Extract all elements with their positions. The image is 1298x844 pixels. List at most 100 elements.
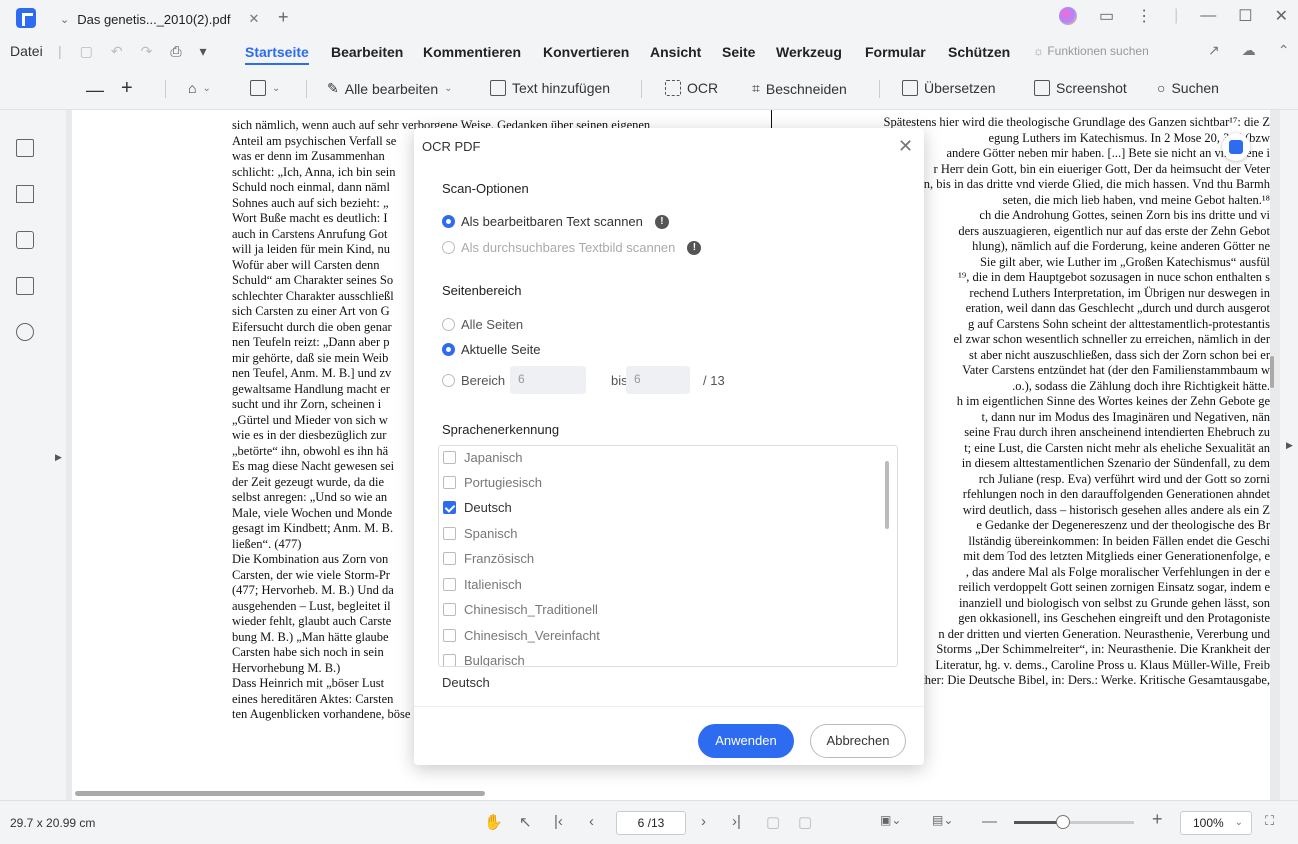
checkbox[interactable] [443, 476, 456, 489]
tab-schuetzen[interactable]: Schützen [948, 44, 1010, 60]
new-tab-icon[interactable]: + [278, 7, 289, 28]
radio-checked[interactable] [442, 215, 455, 228]
ocr-button[interactable]: OCR [665, 80, 718, 96]
language-item[interactable]: Italienisch [443, 577, 522, 592]
tab-seite[interactable]: Seite [722, 44, 755, 60]
save-icon[interactable]: ▢ [80, 43, 93, 60]
tab-werkzeug[interactable]: Werkzeug [776, 44, 842, 60]
current-page-option[interactable]: Aktuelle Seite [442, 342, 541, 357]
language-item[interactable]: Deutsch [443, 500, 512, 515]
range-option[interactable]: Bereich [442, 373, 505, 388]
close-window-icon[interactable]: ✕ [1275, 6, 1288, 26]
bookmark-icon[interactable] [16, 185, 34, 203]
undo-icon[interactable]: ↶ [111, 43, 123, 60]
language-item[interactable]: Chinesisch_Vereinfacht [443, 628, 600, 643]
hand-tool-icon[interactable]: ✋ [484, 813, 503, 831]
zoom-out-icon[interactable]: — [86, 80, 104, 101]
tab-kommentieren[interactable]: Kommentieren [423, 44, 521, 60]
language-list-scrollbar[interactable] [885, 461, 889, 529]
previous-page-icon[interactable]: ‹ [589, 813, 594, 830]
app-logo-icon[interactable] [16, 8, 36, 28]
user-avatar[interactable] [1058, 7, 1077, 25]
language-item[interactable]: Portugiesisch [443, 475, 542, 490]
redo-icon[interactable]: ↷ [141, 43, 153, 60]
tab-list-chevron-icon[interactable]: ⌄ [60, 13, 69, 26]
translate-button[interactable]: Übersetzen [902, 80, 996, 96]
maximize-icon[interactable]: ☐ [1238, 6, 1252, 26]
highlight-tool[interactable]: ⌂ ⌄ [188, 80, 211, 96]
language-item[interactable]: Japanisch [443, 450, 523, 465]
rotate-icon[interactable]: ▢ [798, 813, 812, 831]
checkbox[interactable] [443, 603, 456, 616]
edit-all-button[interactable]: ✎ Alle bearbeiten ⌄ [327, 80, 453, 97]
checkbox[interactable] [443, 654, 456, 666]
checkbox-checked[interactable] [443, 501, 456, 514]
language-item[interactable]: Chinesisch_Traditionell [443, 602, 598, 617]
fit-page-icon[interactable]: ▢ [766, 813, 780, 831]
scan-searchable-option[interactable]: Als durchsuchbares Textbild scannen ! [442, 240, 702, 255]
checkbox[interactable] [443, 552, 456, 565]
select-tool-icon[interactable]: ↖ [519, 813, 532, 831]
apply-button[interactable]: Anwenden [698, 724, 794, 758]
range-from-input[interactable]: 6 [510, 366, 586, 394]
radio-unchecked[interactable] [442, 318, 455, 331]
zoom-in-slider-icon[interactable]: + [1152, 809, 1163, 830]
page-number-input[interactable]: 6 /13 [616, 811, 686, 835]
share-icon[interactable]: ↗ [1208, 42, 1220, 59]
crop-button[interactable]: ⌗ Beschneiden [752, 80, 847, 97]
shape-tool[interactable]: ⌄ [250, 80, 280, 96]
zoom-in-icon[interactable]: + [121, 77, 133, 100]
thumbnails-icon[interactable] [16, 139, 34, 157]
radio-checked[interactable] [442, 343, 455, 356]
tab-close-icon[interactable]: ✕ [248, 11, 259, 27]
fullscreen-icon[interactable]: ⛶ [1265, 813, 1274, 829]
cloud-upload-icon[interactable]: ☁ [1242, 42, 1256, 59]
tab-konvertieren[interactable]: Konvertieren [543, 44, 629, 60]
page-layout-icon[interactable]: ▣⌄ [880, 813, 901, 827]
expand-panel-icon[interactable]: ▶ [55, 452, 62, 463]
cancel-button[interactable]: Abbrechen [810, 724, 906, 758]
next-page-icon[interactable]: › [701, 813, 706, 830]
scan-editable-option[interactable]: Als bearbeitbaren Text scannen ! [442, 214, 669, 229]
horizontal-scrollbar[interactable] [75, 791, 485, 796]
zoom-slider-handle[interactable] [1056, 815, 1070, 829]
first-page-icon[interactable]: |‹ [554, 813, 563, 830]
tab-startseite[interactable]: Startseite [245, 44, 309, 65]
feature-search[interactable]: ☼ Funktionen suchen [1033, 44, 1149, 58]
vertical-scrollbar[interactable] [1270, 356, 1274, 388]
collapse-ribbon-icon[interactable]: ⌃ [1278, 42, 1290, 59]
language-item[interactable]: Französisch [443, 551, 534, 566]
dialog-close-icon[interactable]: ✕ [898, 136, 913, 157]
menu-file[interactable]: Datei [10, 43, 43, 59]
message-icon[interactable]: ▭ [1099, 6, 1114, 26]
checkbox[interactable] [443, 451, 456, 464]
tab-bearbeiten[interactable]: Bearbeiten [331, 44, 403, 60]
document-tab[interactable]: ⌄ Das genetis..._2010(2).pdf ✕ [56, 4, 266, 34]
info-icon[interactable]: ! [654, 214, 669, 229]
minimize-icon[interactable]: — [1200, 7, 1216, 25]
customize-icon[interactable]: ▾ [200, 43, 207, 60]
range-to-input[interactable]: 6 [626, 366, 690, 394]
print-icon[interactable]: ⎙ [170, 43, 181, 60]
radio-unchecked[interactable] [442, 374, 455, 387]
comment-icon[interactable] [16, 231, 34, 249]
language-item[interactable]: Bulgarisch [443, 653, 525, 666]
checkbox[interactable] [443, 527, 456, 540]
ai-assistant-button[interactable] [1222, 133, 1250, 161]
zoom-select[interactable]: 100% ⌄ [1180, 811, 1252, 835]
tab-formular[interactable]: Formular [865, 44, 926, 60]
zoom-out-slider-icon[interactable]: — [982, 813, 997, 830]
search-button[interactable]: ○ Suchen [1157, 80, 1219, 96]
search-panel-icon[interactable] [16, 323, 34, 341]
attachment-icon[interactable] [16, 277, 34, 295]
language-item[interactable]: Spanisch [443, 526, 517, 541]
all-pages-option[interactable]: Alle Seiten [442, 317, 523, 332]
checkbox[interactable] [443, 629, 456, 642]
info-icon[interactable]: ! [687, 240, 702, 255]
checkbox[interactable] [443, 578, 456, 591]
last-page-icon[interactable]: ›| [732, 813, 741, 830]
view-mode-icon[interactable]: ▤⌄ [932, 813, 953, 827]
tab-ansicht[interactable]: Ansicht [650, 44, 701, 60]
add-text-button[interactable]: Text hinzufügen [490, 80, 610, 96]
more-options-icon[interactable]: ⋮ [1136, 6, 1152, 26]
